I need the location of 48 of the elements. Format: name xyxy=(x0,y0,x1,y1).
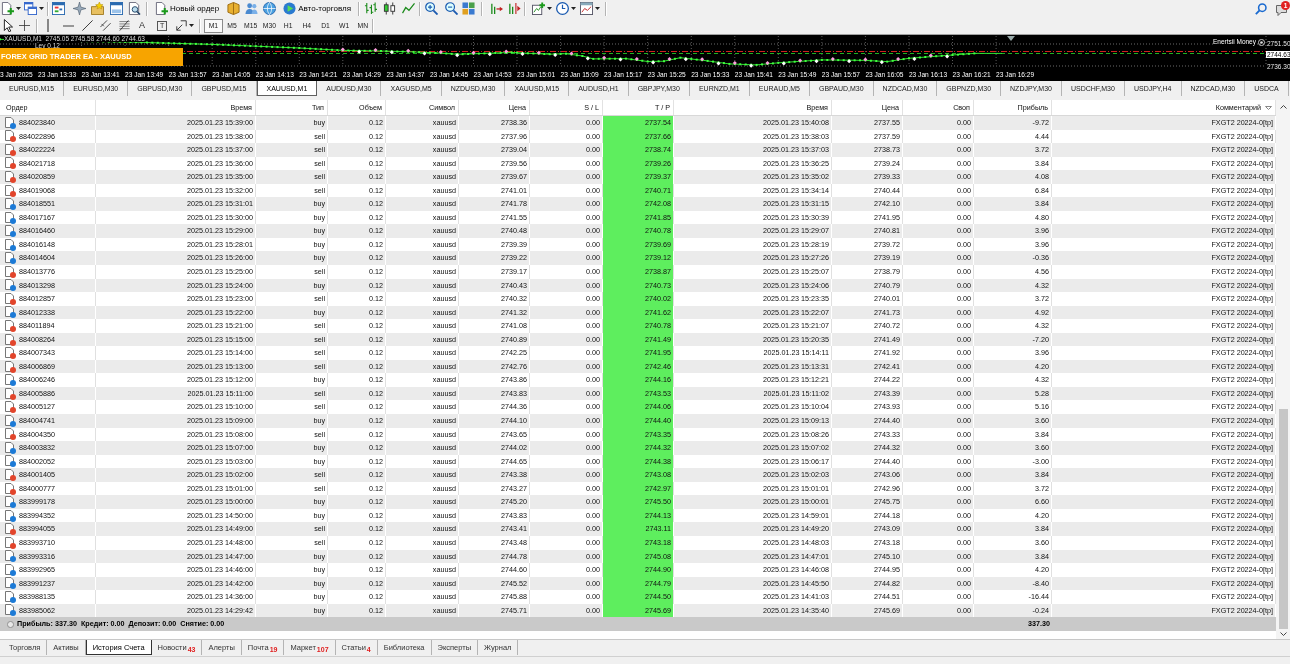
ring-icon xyxy=(1258,38,1265,46)
people-icon[interactable] xyxy=(245,2,259,15)
bars-arrow-icon[interactable] xyxy=(490,2,504,15)
text-tool[interactable]: A xyxy=(139,20,145,31)
tile-windows-icon[interactable] xyxy=(462,2,476,15)
candlestick-icon[interactable] xyxy=(383,2,397,15)
caret-icon[interactable] xyxy=(595,7,601,10)
auto-trading-button[interactable]: Авто-торговля xyxy=(279,1,356,16)
play-icon xyxy=(283,2,297,15)
arrows-icon[interactable] xyxy=(176,20,187,31)
document-plus-icon xyxy=(155,2,168,15)
caret-icon[interactable] xyxy=(571,7,577,10)
chart-window-icon[interactable] xyxy=(580,2,594,15)
folder-star-icon[interactable] xyxy=(91,2,104,15)
zoom-in-icon[interactable] xyxy=(425,2,439,15)
bars-marker-icon[interactable] xyxy=(508,2,522,15)
search-icon[interactable] xyxy=(1255,2,1267,15)
vertical-line-icon[interactable] xyxy=(46,19,50,32)
cursor-icon[interactable] xyxy=(3,19,13,32)
diagonal-line-icon[interactable] xyxy=(82,20,93,31)
caret-icon[interactable] xyxy=(39,7,44,10)
sort-icon[interactable] xyxy=(1265,105,1272,110)
scrollbar-thumb[interactable] xyxy=(1278,409,1288,629)
circle-icon xyxy=(7,620,14,628)
caret-icon[interactable] xyxy=(16,7,21,10)
caret-icon[interactable] xyxy=(189,24,194,27)
scrollbar[interactable] xyxy=(1276,100,1290,639)
arrow-up-icon[interactable] xyxy=(1279,105,1287,109)
magnifier-document-icon[interactable] xyxy=(128,2,141,15)
cube-icon[interactable] xyxy=(227,2,241,15)
globe-icon[interactable] xyxy=(263,2,277,15)
windows-icon[interactable] xyxy=(24,2,37,15)
caret-icon[interactable] xyxy=(547,7,553,10)
panel-window-icon[interactable] xyxy=(110,2,123,15)
arrow-down-icon[interactable] xyxy=(1279,632,1287,636)
horizontal-line-icon[interactable] xyxy=(63,23,74,28)
compass-icon[interactable] xyxy=(73,2,86,15)
parallel-lines-icon[interactable] xyxy=(100,20,111,31)
chart-plus-icon[interactable] xyxy=(532,2,546,15)
clock-icon[interactable] xyxy=(556,2,570,15)
line-chart-icon[interactable] xyxy=(402,2,416,15)
zoom-out-icon[interactable] xyxy=(445,2,459,15)
new-order-button[interactable]: Новый ордер xyxy=(151,1,224,16)
bar-chart-icon[interactable] xyxy=(364,2,378,15)
document-plus-icon[interactable] xyxy=(1,2,14,15)
crosshair-icon[interactable] xyxy=(19,20,30,31)
level-lines-icon[interactable] xyxy=(119,20,130,31)
list-window-icon[interactable] xyxy=(52,2,65,15)
